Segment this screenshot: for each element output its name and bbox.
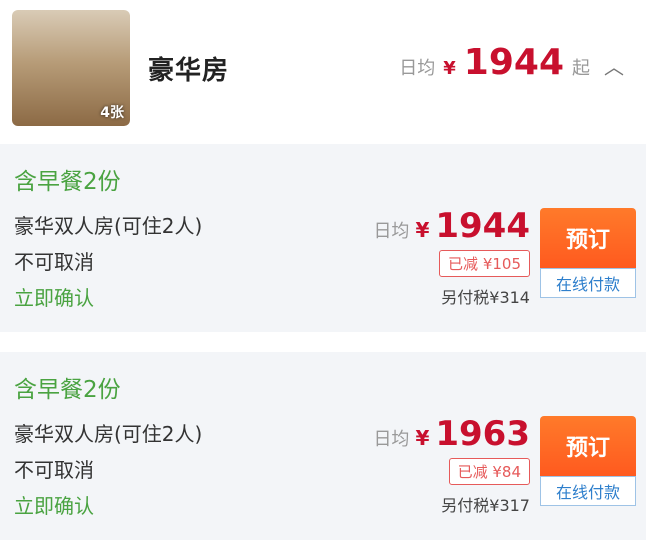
- book-button[interactable]: 预订: [540, 416, 636, 476]
- currency-symbol: ¥: [443, 58, 456, 79]
- price-suffix: 起: [572, 58, 590, 79]
- rate-plan-card: 含早餐2份 豪华双人房(可住2人) 不可取消 立即确认 日均 ¥ 1944 已减…: [0, 144, 646, 332]
- price-prefix: 日均: [373, 221, 410, 242]
- room-name: 豪华房: [148, 56, 230, 86]
- price-value: 1944: [435, 206, 530, 246]
- book-button[interactable]: 预订: [540, 208, 636, 268]
- tax-note: 另付税¥314: [441, 288, 530, 307]
- price-prefix: 日均: [399, 58, 436, 79]
- divider: [0, 336, 646, 344]
- rate-plan-card: 含早餐2份 豪华双人房(可住2人) 不可取消 立即确认 日均 ¥ 1963 已减…: [0, 352, 646, 540]
- meal-plan: 含早餐2份: [14, 169, 121, 195]
- room-header[interactable]: 4张 豪华房 日均 ¥ 1944 起 ︿: [0, 0, 646, 140]
- meal-plan: 含早餐2份: [14, 377, 121, 403]
- currency-symbol: ¥: [415, 426, 430, 450]
- price-prefix: 日均: [373, 429, 410, 450]
- image-count-label: 4张: [100, 105, 124, 121]
- offer-price: 日均 ¥ 1944: [373, 206, 530, 246]
- room-price-summary: 日均 ¥ 1944 起 ︿: [399, 42, 624, 83]
- discount-badge: 已减 ¥105: [439, 250, 530, 277]
- room-type: 豪华双人房(可住2人): [14, 214, 203, 238]
- discount-badge: 已减 ¥84: [448, 458, 530, 485]
- confirm-type: 立即确认: [14, 494, 94, 518]
- price-value: 1944: [463, 42, 564, 83]
- online-payment-tag: 在线付款: [540, 268, 636, 298]
- confirm-type: 立即确认: [14, 286, 94, 310]
- cancel-policy: 不可取消: [14, 458, 94, 482]
- price-value: 1963: [435, 414, 530, 454]
- room-type: 豪华双人房(可住2人): [14, 422, 203, 446]
- online-payment-tag: 在线付款: [540, 476, 636, 506]
- room-thumbnail[interactable]: 4张: [12, 10, 130, 126]
- offer-price: 日均 ¥ 1963: [373, 414, 530, 454]
- currency-symbol: ¥: [415, 218, 430, 242]
- chevron-up-icon[interactable]: ︿: [604, 51, 624, 80]
- tax-note: 另付税¥317: [441, 496, 530, 515]
- cancel-policy: 不可取消: [14, 250, 94, 274]
